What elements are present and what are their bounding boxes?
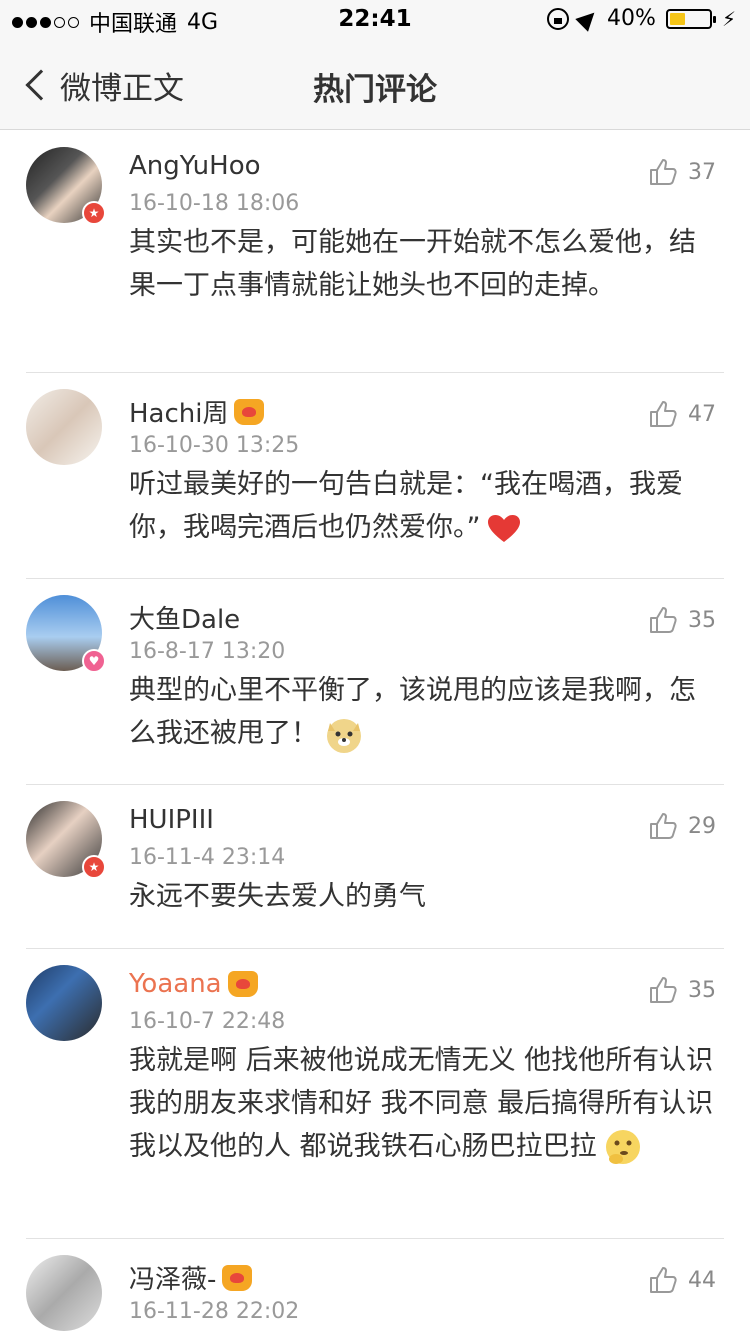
username[interactable]: 冯泽薇- bbox=[129, 1259, 216, 1296]
like-count: 37 bbox=[688, 159, 716, 185]
username-row: Yoaana bbox=[129, 969, 258, 999]
username[interactable]: Yoaana bbox=[129, 969, 222, 999]
username[interactable]: 大鱼Dale bbox=[129, 599, 240, 636]
thumbs-up-icon bbox=[650, 977, 677, 1003]
avatar[interactable] bbox=[26, 1255, 102, 1331]
location-arrow-icon bbox=[575, 5, 601, 32]
charging-bolt-icon: ⚡ bbox=[721, 6, 736, 31]
avatar[interactable] bbox=[26, 389, 102, 465]
comment-item[interactable]: Yoaana 16-10-7 22:48 35 我就是啊 后来被他说成无情无义 他找他… bbox=[26, 949, 724, 1239]
like-count: 35 bbox=[688, 607, 716, 633]
comment-item[interactable]: ♥ 大鱼Dale 16-8-17 13:20 35 典型的心里不平衡了，该说甩的应该是我… bbox=[26, 579, 724, 785]
like-button[interactable]: 35 bbox=[648, 975, 716, 1005]
like-button[interactable]: 47 bbox=[648, 399, 716, 429]
battery-icon bbox=[665, 8, 716, 29]
username-row: AngYuHoo bbox=[129, 151, 261, 181]
comment-text: 典型的心里不平衡了，该说甩的应该是我啊，怎么我还被甩了！ bbox=[26, 669, 724, 755]
comment-time: 16-10-7 22:48 bbox=[129, 1009, 286, 1034]
comment-item[interactable]: ★ HUIPIII 16-11-4 23:14 29 永远不要失去爱人的勇气 bbox=[26, 785, 724, 949]
like-count: 47 bbox=[688, 401, 716, 427]
thumbs-up-icon bbox=[650, 1267, 677, 1293]
comment-time: 16-8-17 13:20 bbox=[129, 639, 286, 664]
comment-body: 永远不要失去爱人的勇气 bbox=[129, 881, 426, 912]
username-row: 冯泽薇- bbox=[129, 1259, 253, 1296]
comment-body: 典型的心里不平衡了，该说甩的应该是我啊，怎么我还被甩了！ bbox=[129, 675, 696, 749]
comment-body: 听过最美好的一句告白就是：“我在喝酒，我爱你，我喝完酒后也仍然爱你。” bbox=[129, 469, 683, 543]
like-count: 44 bbox=[688, 1267, 716, 1293]
thumbs-up-icon bbox=[650, 607, 677, 633]
battery-fill bbox=[669, 12, 686, 25]
comment-text: 我就是啊 后来被他说成无情无义 他找他所有认识我的朋友来求情和好 我不同意 最后… bbox=[26, 1039, 724, 1168]
username-row: HUIPIII bbox=[129, 805, 214, 835]
username-row: 大鱼Dale bbox=[129, 599, 240, 636]
navigation-bar: 微博正文 热门评论 bbox=[0, 40, 750, 130]
comment-item[interactable]: Hachi周 16-10-30 13:25 47 听过最美好的一句告白就是：“我在喝酒… bbox=[26, 373, 724, 579]
username[interactable]: Hachi周 bbox=[129, 393, 228, 430]
vip-crown-icon bbox=[222, 1264, 253, 1291]
heart-emoji-icon bbox=[487, 514, 520, 542]
thumbs-up-icon bbox=[650, 159, 677, 185]
status-bar: 中国联通 4G 22:41 40% ⚡ bbox=[0, 0, 750, 40]
like-button[interactable]: 35 bbox=[648, 605, 716, 635]
battery-percent: 40% bbox=[607, 6, 656, 31]
status-right: 40% ⚡ bbox=[547, 5, 736, 32]
avatar[interactable] bbox=[26, 965, 102, 1041]
comment-body: 其实也不是，可能她在一开始就不怎么爱他，结果一丁点事情就能让她头也不回的走掉。 bbox=[129, 227, 696, 301]
thinking-emoji-icon bbox=[605, 1129, 640, 1164]
like-button[interactable]: 37 bbox=[648, 157, 716, 187]
doge-emoji-icon bbox=[327, 718, 361, 753]
thumbs-up-icon bbox=[650, 401, 677, 427]
comment-text: 其实也不是，可能她在一开始就不怎么爱他，结果一丁点事情就能让她头也不回的走掉。 bbox=[26, 221, 724, 307]
comment-item[interactable]: ★ AngYuHoo 16-10-18 18:06 37 其实也不是，可能她在一开始就不… bbox=[26, 131, 724, 373]
comment-time: 16-11-28 22:02 bbox=[129, 1299, 300, 1324]
comment-text: 听过最美好的一句告白就是：“我在喝酒，我爱你，我喝完酒后也仍然爱你。” bbox=[26, 463, 724, 549]
like-count: 35 bbox=[688, 977, 716, 1003]
username-row: Hachi周 bbox=[129, 393, 265, 430]
vip-crown-icon bbox=[227, 971, 258, 997]
like-count: 29 bbox=[688, 813, 716, 839]
comment-time: 16-10-30 13:25 bbox=[129, 433, 300, 458]
comment-text: 永远不要失去爱人的勇气 bbox=[26, 875, 724, 918]
thumbs-up-icon bbox=[650, 813, 677, 839]
comment-item[interactable]: 冯泽薇- 16-11-28 22:02 44 bbox=[26, 1239, 724, 1334]
comment-time: 16-10-18 18:06 bbox=[129, 191, 300, 216]
vip-crown-icon bbox=[234, 398, 265, 425]
comment-time: 16-11-4 23:14 bbox=[129, 845, 286, 870]
username[interactable]: AngYuHoo bbox=[129, 151, 261, 181]
like-button[interactable]: 44 bbox=[648, 1265, 716, 1295]
comment-list: ★ AngYuHoo 16-10-18 18:06 37 其实也不是，可能她在一开始就不… bbox=[0, 131, 750, 1334]
page-title: 热门评论 bbox=[313, 72, 437, 108]
username[interactable]: HUIPIII bbox=[129, 805, 214, 835]
like-button[interactable]: 29 bbox=[648, 811, 716, 841]
rotation-lock-icon bbox=[547, 7, 570, 30]
